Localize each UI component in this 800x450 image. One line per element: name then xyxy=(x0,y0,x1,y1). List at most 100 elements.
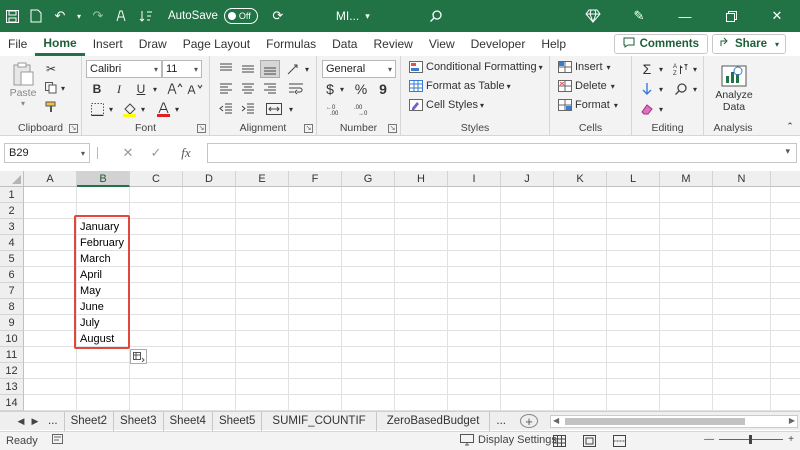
comments-button[interactable]: Comments xyxy=(613,34,708,54)
font-color-icon[interactable] xyxy=(154,100,172,118)
find-select-dropdown-icon[interactable]: ▾ xyxy=(690,80,700,98)
format-painter-icon[interactable] xyxy=(44,99,58,115)
row-header-12[interactable]: 12 xyxy=(0,363,24,379)
refresh-icon[interactable]: ⟳ xyxy=(266,0,290,32)
row-header-9[interactable]: 9 xyxy=(0,315,24,331)
enter-icon[interactable]: ✓ xyxy=(146,144,166,162)
number-launcher-icon[interactable]: ↘ xyxy=(388,124,397,133)
copy-icon[interactable] xyxy=(44,80,58,96)
orientation-dropdown-icon[interactable]: ▾ xyxy=(302,60,312,78)
column-header-k[interactable]: K xyxy=(554,171,607,187)
align-center-icon[interactable] xyxy=(238,80,258,98)
delete-cells-button[interactable]: Delete ▾ xyxy=(558,80,615,92)
clear-dropdown-icon[interactable]: ▾ xyxy=(656,100,666,118)
auto-fill-options-icon[interactable] xyxy=(130,349,147,364)
scroll-right-icon[interactable]: ▶ xyxy=(28,416,42,427)
orientation-icon[interactable] xyxy=(284,60,302,78)
column-header-d[interactable]: D xyxy=(183,171,236,187)
autosum-dropdown-icon[interactable]: ▾ xyxy=(656,60,666,78)
undo-dropdown-icon[interactable]: ▾ xyxy=(72,0,86,32)
column-header-j[interactable]: J xyxy=(501,171,554,187)
sheet-tab-more-right[interactable]: ... xyxy=(490,412,512,431)
new-file-icon[interactable] xyxy=(24,0,48,32)
zoom-out-icon[interactable]: — xyxy=(704,434,714,445)
fill-color-dropdown-icon[interactable]: ▾ xyxy=(138,100,148,118)
file-name[interactable]: MI... ▾ xyxy=(336,9,370,23)
column-header-a[interactable]: A xyxy=(24,171,77,187)
sheet-tab[interactable]: Sheet4 xyxy=(164,411,213,431)
row-header-10[interactable]: 10 xyxy=(0,331,24,347)
number-format-select[interactable]: General ▾ xyxy=(322,60,396,78)
tab-draw[interactable]: Draw xyxy=(131,32,175,56)
tab-page-layout[interactable]: Page Layout xyxy=(175,32,258,56)
redo-icon[interactable]: ↷ xyxy=(86,0,110,32)
collapse-ribbon-icon[interactable]: ⌃ xyxy=(784,120,796,132)
conditional-formatting-button[interactable]: Conditional Formatting ▾ xyxy=(409,61,543,73)
currency-button[interactable]: $ xyxy=(323,80,337,98)
row-header-7[interactable]: 7 xyxy=(0,283,24,299)
align-top-icon[interactable] xyxy=(216,60,236,78)
tab-help[interactable]: Help xyxy=(533,32,574,56)
row-header-5[interactable]: 5 xyxy=(0,251,24,267)
autosum-icon[interactable]: Σ xyxy=(638,60,656,78)
cancel-icon[interactable]: ✕ xyxy=(118,144,138,162)
quick-access-font-icon[interactable] xyxy=(110,0,134,32)
autosave-toggle[interactable]: Off xyxy=(223,8,258,24)
column-header-f[interactable]: F xyxy=(289,171,342,187)
row-header-14[interactable]: 14 xyxy=(0,395,24,411)
diamond-icon[interactable] xyxy=(570,0,616,32)
zoom-slider-knob[interactable] xyxy=(749,435,753,444)
percent-button[interactable]: % xyxy=(353,80,369,98)
autosave[interactable]: AutoSave Off xyxy=(168,8,258,24)
cut-icon[interactable]: ✂ xyxy=(44,61,58,77)
format-as-table-button[interactable]: Format as Table ▾ xyxy=(409,80,511,92)
scroll-left-icon[interactable]: ◀ xyxy=(14,416,28,427)
row-header-2[interactable]: 2 xyxy=(0,203,24,219)
tab-home[interactable]: Home xyxy=(35,32,85,56)
page-break-view-icon[interactable] xyxy=(613,435,626,450)
sort-icon[interactable] xyxy=(134,0,158,32)
paste-button[interactable]: Paste ▾ xyxy=(8,60,38,108)
name-box[interactable]: B29 ▾ xyxy=(4,143,90,163)
column-header-g[interactable]: G xyxy=(342,171,395,187)
column-header-n[interactable]: N xyxy=(713,171,771,187)
sheet-tab[interactable]: SUMIF_COUNTIF xyxy=(262,411,377,431)
format-cells-button[interactable]: Format ▾ xyxy=(558,99,618,111)
row-header-8[interactable]: 8 xyxy=(0,299,24,315)
row-header-11[interactable]: 11 xyxy=(0,347,24,363)
sort-filter-dropdown-icon[interactable]: ▾ xyxy=(690,60,700,78)
font-color-dropdown-icon[interactable]: ▾ xyxy=(172,100,182,118)
sheet-tab[interactable]: Sheet3 xyxy=(114,411,164,431)
sheet-tab[interactable]: Sheet5 xyxy=(213,411,263,431)
search-icon[interactable] xyxy=(424,0,448,32)
close-icon[interactable]: ✕ xyxy=(754,0,800,32)
scrollbar-thumb[interactable] xyxy=(565,418,745,425)
align-bottom-icon[interactable] xyxy=(260,60,280,78)
column-header-b[interactable]: B xyxy=(77,171,130,187)
formula-input[interactable]: ▾ xyxy=(207,143,797,163)
decrease-indent-icon[interactable] xyxy=(216,100,236,118)
page-layout-view-icon[interactable] xyxy=(583,435,596,450)
insert-cells-button[interactable]: Insert ▾ xyxy=(558,61,611,73)
merge-dropdown-icon[interactable]: ▾ xyxy=(286,100,296,118)
normal-view-icon[interactable] xyxy=(553,435,566,450)
minimize-icon[interactable]: — xyxy=(662,0,708,32)
insert-function-button[interactable]: fx xyxy=(176,144,196,162)
tab-view[interactable]: View xyxy=(421,32,463,56)
font-name-select[interactable]: Calibri ▾ xyxy=(86,60,162,78)
wrap-text-icon[interactable] xyxy=(284,80,308,98)
comma-button[interactable]: 9 xyxy=(375,80,391,98)
scroll-right-arrow-icon[interactable]: ▶ xyxy=(789,416,795,425)
increase-indent-icon[interactable] xyxy=(238,100,258,118)
sheet-tab[interactable]: ZeroBasedBudget xyxy=(377,411,491,431)
sort-filter-icon[interactable]: AZ xyxy=(672,60,690,78)
decrease-decimal-icon[interactable]: .00 →0 xyxy=(353,100,375,118)
tab-review[interactable]: Review xyxy=(365,32,420,56)
add-sheet-icon[interactable]: + xyxy=(519,414,538,428)
clear-icon[interactable] xyxy=(638,100,656,118)
underline-button[interactable]: U xyxy=(132,80,150,98)
alignment-launcher-icon[interactable]: ↘ xyxy=(304,124,313,133)
currency-dropdown-icon[interactable]: ▾ xyxy=(337,80,347,98)
clipboard-launcher-icon[interactable]: ↘ xyxy=(69,124,78,133)
borders-dropdown-icon[interactable]: ▾ xyxy=(106,100,116,118)
